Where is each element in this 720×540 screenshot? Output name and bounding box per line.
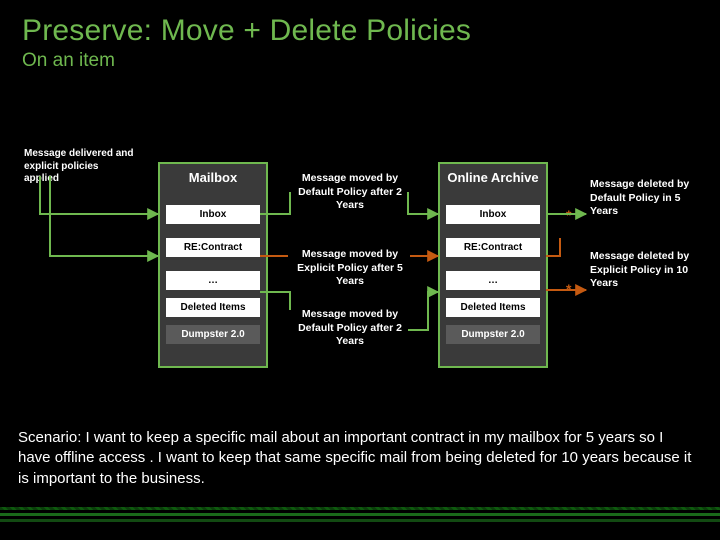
star-icon: *	[566, 207, 571, 223]
archive-deleted-items: Deleted Items	[446, 298, 540, 317]
slide-subtitle: On an item	[0, 48, 720, 72]
decor-stripe	[0, 519, 720, 522]
caption-move-default-2: Message moved by Default Policy after 2 …	[290, 172, 410, 213]
decor-stripe	[0, 513, 720, 516]
archive-re-contract: RE:Contract	[446, 238, 540, 257]
mailbox-inbox: Inbox	[166, 205, 260, 224]
note-delete-default-5: Message deleted by Default Policy in 5 Y…	[590, 178, 700, 219]
scenario-text: Scenario: I want to keep a specific mail…	[18, 428, 698, 489]
star-icon: *	[566, 281, 571, 297]
archive-inbox: Inbox	[446, 205, 540, 224]
mailbox-re-contract: RE:Contract	[166, 238, 260, 257]
mailbox-ellipsis: …	[166, 271, 260, 290]
delivered-label: Message delivered and explicit policies …	[24, 148, 134, 186]
archive-dumpster: Dumpster 2.0	[446, 325, 540, 344]
caption-move-explicit-5: Message moved by Explicit Policy after 5…	[290, 248, 410, 289]
mailbox-dumpster: Dumpster 2.0	[166, 325, 260, 344]
caption-move-default-2b: Message moved by Default Policy after 2 …	[290, 308, 410, 349]
archive-ellipsis: …	[446, 271, 540, 290]
slide-title: Preserve: Move + Delete Policies	[0, 0, 720, 48]
mailbox-header: Mailbox	[165, 164, 261, 191]
archive-column: Online Archive Inbox RE:Contract … Delet…	[438, 162, 548, 368]
archive-header: Online Archive	[445, 164, 541, 191]
mailbox-column: Mailbox Inbox RE:Contract … Deleted Item…	[158, 162, 268, 368]
decor-stripe	[0, 507, 720, 510]
mailbox-deleted-items: Deleted Items	[166, 298, 260, 317]
note-delete-explicit-10: Message deleted by Explicit Policy in 10…	[590, 250, 700, 291]
